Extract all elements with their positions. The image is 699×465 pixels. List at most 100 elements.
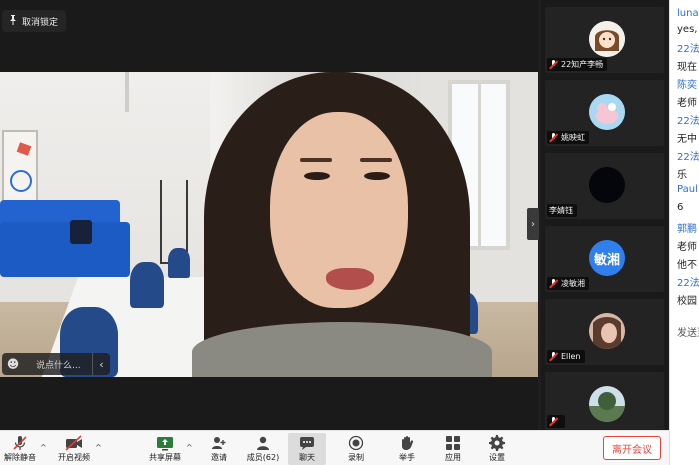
- participant-name-tag: Ellen: [547, 350, 585, 363]
- participant-avatar: [589, 21, 625, 57]
- record-button[interactable]: 录制: [342, 433, 370, 465]
- background-chair: [168, 248, 190, 278]
- participant-avatar: [589, 313, 625, 349]
- participant-name-tag: 22知产李畅: [547, 58, 608, 71]
- apps-grid-icon: [445, 433, 461, 452]
- participant-avatar: [589, 94, 625, 130]
- participant-avatar: [589, 386, 625, 422]
- background-cushion: [70, 220, 92, 244]
- chat-sender: 22法: [677, 152, 699, 163]
- share-screen-label: 共享屏幕: [149, 453, 181, 462]
- chat-sender: 22法: [677, 44, 699, 55]
- meeting-window: 取消锁定 ☻ 说点什么... ‹ › 22知产李畅 姚映虹 李婧钰 敏湘 凌敏湘…: [0, 0, 699, 465]
- apps-label: 应用: [445, 453, 461, 462]
- chat-message: yes,: [677, 24, 698, 35]
- members-button[interactable]: 成员(62): [244, 433, 282, 465]
- record-label: 录制: [348, 453, 364, 462]
- hand-icon: [399, 433, 415, 452]
- unlock-label: 取消锁定: [22, 17, 59, 28]
- participant-tile[interactable]: [545, 372, 664, 430]
- chat-message: 校园: [677, 296, 697, 307]
- background-artwork: [2, 130, 38, 210]
- chevron-up-icon[interactable]: ^: [40, 443, 47, 452]
- participant-name: Ellen: [561, 352, 581, 361]
- apps-button[interactable]: 应用: [439, 433, 467, 465]
- participant-name: 李婧钰: [549, 206, 573, 215]
- speaker-brow: [300, 158, 332, 162]
- pin-icon: [8, 14, 18, 28]
- participant-name-tag: 凌敏湘: [547, 277, 589, 290]
- chat-sender: luna: [677, 8, 699, 19]
- chat-message: 6: [677, 202, 684, 213]
- participant-name: 姚映虹: [561, 133, 585, 142]
- raise-hand-button[interactable]: 举手: [393, 433, 421, 465]
- participant-tile[interactable]: 22知产李畅: [545, 7, 664, 73]
- mic-off-icon: [12, 433, 28, 452]
- chat-bubble-icon: [299, 433, 315, 452]
- share-screen-button[interactable]: 共享屏幕: [146, 433, 184, 465]
- say-something-input[interactable]: 说点什么...: [24, 358, 92, 371]
- members-label: 成员(62): [246, 453, 280, 462]
- chat-label: 聊天: [299, 453, 315, 462]
- speaker-person: [192, 72, 492, 377]
- chevron-up-icon[interactable]: ^: [95, 443, 102, 452]
- participant-name-tag: 李婧钰: [547, 204, 577, 217]
- speaker-eye: [304, 172, 330, 180]
- chat-send-to-selector[interactable]: 发送至: [677, 324, 699, 339]
- chat-button[interactable]: 聊天: [288, 433, 326, 465]
- chat-sender: 郭鹏: [677, 224, 697, 235]
- participant-name: 22知产李畅: [561, 60, 604, 69]
- chat-panel: luna yes, 22法 现在 陈奕 老师 22法 无中 22法 乐 Paul…: [669, 0, 699, 465]
- meeting-toolbar: 解除静音 ^ 开启视频 ^ 共享屏幕 ^ 邀请 成员(62) 聊天 录制 举手 …: [0, 430, 669, 465]
- participant-name-tag: 姚映虹: [547, 131, 589, 144]
- participant-tile[interactable]: 李婧钰: [545, 153, 664, 219]
- chat-sender: 22法: [677, 278, 699, 289]
- speaker-sweater: [192, 322, 492, 377]
- unmute-label: 解除静音: [4, 453, 36, 462]
- mic-muted-icon: [549, 352, 558, 361]
- participant-tile[interactable]: Ellen: [545, 299, 664, 365]
- unmute-button[interactable]: 解除静音: [2, 433, 38, 465]
- speaker-eye: [364, 172, 390, 180]
- gear-icon: [489, 433, 505, 452]
- speaker-mouth: [326, 268, 374, 290]
- chat-sender: Paul: [677, 184, 698, 195]
- mic-muted-icon: [549, 417, 558, 426]
- share-screen-icon: [156, 433, 174, 452]
- participant-name-tag: [547, 415, 565, 428]
- background-sofa: [0, 222, 130, 277]
- participant-tile[interactable]: 敏湘 凌敏湘: [545, 226, 664, 292]
- chat-message: 老师: [677, 98, 697, 109]
- collapse-gallery-button[interactable]: ›: [527, 208, 539, 240]
- background-lamp: [125, 72, 129, 112]
- record-icon: [348, 433, 364, 452]
- reaction-bar: ☻ 说点什么... ‹: [2, 353, 110, 375]
- speaker-brow: [360, 158, 392, 162]
- chevron-right-icon: ›: [531, 218, 535, 230]
- mic-muted-icon: [549, 133, 558, 142]
- video-off-icon: [65, 433, 83, 452]
- invite-button[interactable]: 邀请: [205, 433, 233, 465]
- chat-sender: 22法: [677, 116, 699, 127]
- chevron-up-icon[interactable]: ^: [186, 443, 193, 452]
- avatar-initials: 敏湘: [593, 252, 620, 268]
- raise-hand-label: 举手: [399, 453, 415, 462]
- chat-sender: 陈奕: [677, 80, 697, 91]
- participant-tile[interactable]: 姚映虹: [545, 80, 664, 146]
- chat-message: 乐: [677, 170, 687, 181]
- chat-message: 现在: [677, 62, 697, 73]
- participant-gallery: 22知产李畅 姚映虹 李婧钰 敏湘 凌敏湘 Ellen: [541, 0, 668, 430]
- settings-label: 设置: [489, 453, 505, 462]
- unlock-pin-button[interactable]: 取消锁定: [2, 10, 67, 32]
- leave-meeting-button[interactable]: 离开会议: [603, 436, 661, 460]
- emoji-icon[interactable]: ☻: [2, 353, 24, 375]
- start-video-label: 开启视频: [58, 453, 90, 462]
- chevron-left-icon[interactable]: ‹: [92, 353, 110, 375]
- participant-avatar: 敏湘: [589, 240, 625, 276]
- active-speaker-video[interactable]: [0, 72, 538, 377]
- start-video-button[interactable]: 开启视频: [56, 433, 92, 465]
- chat-message: 无中: [677, 134, 697, 145]
- settings-button[interactable]: 设置: [483, 433, 511, 465]
- mic-muted-icon: [549, 60, 558, 69]
- participant-name: 凌敏湘: [561, 279, 585, 288]
